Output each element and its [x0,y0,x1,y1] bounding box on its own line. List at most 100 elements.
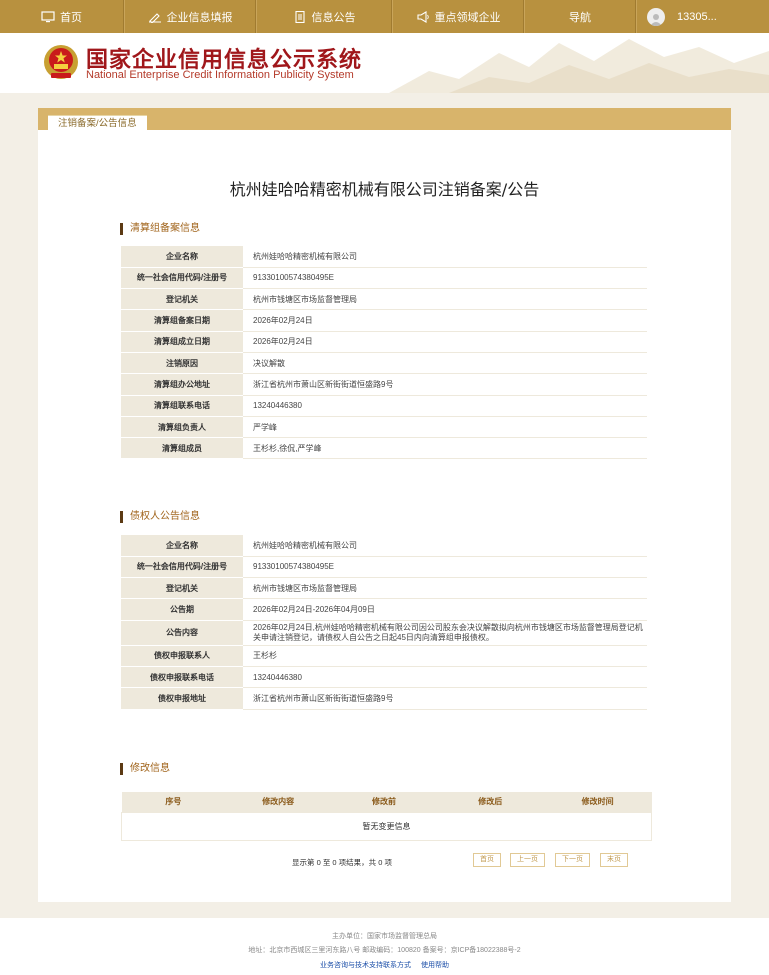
table-row: 企业名称 杭州娃哈哈精密机械有限公司 [121,246,647,268]
footer-sponsor: 主办单位：国家市场监督管理总局 [332,933,437,940]
table-row: 统一社会信用代码/注册号 91330100574380495E [121,267,647,290]
field-value: 13240446380 [243,395,647,417]
field-value: 91330100574380495E [243,267,647,290]
help-link[interactable]: 使用帮助 [421,962,449,969]
field-label: 债权申报联系电话 [121,666,243,689]
next-page-button[interactable]: 下一页 [555,853,590,867]
field-value: 王杉杉,徐侃,严学峰 [243,437,647,460]
table-row: 登记机关 杭州市钱塘区市场监督管理局 [121,288,647,311]
avatar [647,7,665,26]
user-menu[interactable]: 13305... [636,0,769,33]
col-header-content: 修改内容 [225,792,332,812]
nav-announcement[interactable]: 信息公告 [256,0,392,33]
tab-cancellation-info[interactable]: 注销备案/公告信息 [48,115,147,131]
nav-guide-label: 导航 [569,11,591,24]
section-title-liquidation: 清算组备案信息 [120,223,200,235]
footer-address: 地址：北京市西城区三里河东路八号 邮政编码：100820 备案号：京ICP备18… [248,947,521,954]
document-icon [294,10,305,23]
creditor-table: 企业名称 杭州娃哈哈精密机械有限公司 统一社会信用代码/注册号 91330100574… [121,535,647,710]
field-value: 2026年02月24日 [243,309,647,332]
table-row: 债权申报联系人 王杉杉 [121,645,647,667]
table-row: 清算组成立日期 2026年02月24日 [121,331,647,353]
section-title-modification: 修改信息 [120,763,170,775]
field-value: 2026年02月24日 [243,331,647,353]
contact-link[interactable]: 业务咨询与技术支持联系方式 [320,962,411,969]
table-header-row: 序号 修改内容 修改前 修改后 修改时间 [121,792,652,812]
field-label: 清算组成员 [121,437,243,460]
pagination-info: 显示第 0 至 0 项结果，共 0 项 [292,858,393,867]
field-label: 注销原因 [121,352,243,375]
field-value: 浙江省杭州市萧山区新街街道恒盛路9号 [243,373,647,396]
table-row: 公告期 2026年02月24日-2026年04月09日 [121,598,647,621]
table-row: 清算组负责人 严学峰 [121,416,647,439]
modification-table: 序号 修改内容 修改前 修改后 修改时间 暂无变更信息 [121,792,652,841]
field-value: 2026年02月24日,杭州娃哈哈精密机械有限公司因公司股东会决议解散拟向杭州市… [243,620,647,646]
empty-message: 暂无变更信息 [121,811,652,841]
first-page-button[interactable]: 首页 [473,853,501,867]
card-header: 注销备案/公告信息 [38,108,731,131]
nav-guide[interactable]: 导航 [524,0,636,33]
field-value: 杭州娃哈哈精密机械有限公司 [243,246,647,268]
megaphone-icon [416,10,429,23]
field-label: 清算组负责人 [121,416,243,439]
table-row: 清算组联系电话 13240446380 [121,395,647,417]
field-label: 企业名称 [121,535,243,557]
field-label: 清算组联系电话 [121,395,243,417]
site-subtitle: National Enterprise Credit Information P… [86,69,354,81]
field-value: 91330100574380495E [243,556,647,579]
nav-report-label: 企业信息填报 [166,11,233,24]
nav-key-industries-label: 重点领域企业 [434,11,501,24]
table-row: 公告内容 2026年02月24日,杭州娃哈哈精密机械有限公司因公司股东会决议解散拟… [121,620,647,646]
nav-key-industries[interactable]: 重点领域企业 [392,0,524,33]
table-row: 债权申报地址 浙江省杭州市萧山区新街街道恒盛路9号 [121,687,647,710]
field-label: 登记机关 [121,288,243,311]
field-label: 清算组成立日期 [121,331,243,353]
field-value: 13240446380 [243,666,647,689]
field-value: 杭州市钱塘区市场监督管理局 [243,288,647,311]
site-banner: 国家企业信用信息公示系统 National Enterprise Credit … [0,33,769,93]
field-value: 决议解散 [243,352,647,375]
field-label: 公告期 [121,598,243,621]
col-header-index: 序号 [121,792,226,812]
field-label: 统一社会信用代码/注册号 [121,556,243,579]
field-label: 清算组备案日期 [121,309,243,332]
footer: 主办单位：国家市场监督管理总局 地址：北京市西城区三里河东路八号 邮政编码：10… [0,918,769,975]
liquidation-table: 企业名称 杭州娃哈哈精密机械有限公司 统一社会信用代码/注册号 91330100574… [121,246,647,460]
field-label: 企业名称 [121,246,243,268]
user-name: 13305... [677,10,717,23]
table-row: 登记机关 杭州市钱塘区市场监督管理局 [121,577,647,600]
field-value: 杭州娃哈哈精密机械有限公司 [243,535,647,557]
field-label: 债权申报联系人 [121,645,243,667]
field-label: 清算组办公地址 [121,373,243,396]
nav-home[interactable]: 首页 [0,0,124,33]
section-title-creditor: 债权人公告信息 [120,511,200,523]
table-row: 清算组备案日期 2026年02月24日 [121,309,647,332]
user-icon [650,13,662,26]
col-header-after: 修改后 [436,792,544,812]
mountain-decoration [389,39,769,93]
nav-report[interactable]: 企业信息填报 [124,0,256,33]
content-card: 注销备案/公告信息 杭州娃哈哈精密机械有限公司注销备案/公告 清算组备案信息 企… [38,108,731,902]
table-row: 债权申报联系电话 13240446380 [121,666,647,689]
table-row: 统一社会信用代码/注册号 91330100574380495E [121,556,647,579]
field-label: 登记机关 [121,577,243,600]
page-title: 杭州娃哈哈精密机械有限公司注销备案/公告 [229,180,540,199]
field-value: 浙江省杭州市萧山区新街街道恒盛路9号 [243,687,647,710]
field-label: 公告内容 [121,620,243,646]
national-emblem-icon [44,45,78,79]
monitor-icon [41,10,55,22]
pen-icon [148,12,161,23]
col-header-time: 修改时间 [543,792,652,812]
footer-links: 业务咨询与技术支持联系方式 使用帮助 [0,960,769,970]
field-value: 严学峰 [243,416,647,439]
prev-page-button[interactable]: 上一页 [510,853,545,867]
nav-home-label: 首页 [60,11,82,24]
last-page-button[interactable]: 末页 [600,853,628,867]
field-value: 王杉杉 [243,645,647,667]
field-value: 2026年02月24日-2026年04月09日 [243,598,647,621]
table-row: 企业名称 杭州娃哈哈精密机械有限公司 [121,535,647,557]
top-nav: 首页 企业信息填报 信息公告 重点领域企业 导航 13305... [0,0,769,33]
field-label: 债权申报地址 [121,687,243,710]
table-row: 清算组办公地址 浙江省杭州市萧山区新街街道恒盛路9号 [121,373,647,396]
table-row: 注销原因 决议解散 [121,352,647,375]
